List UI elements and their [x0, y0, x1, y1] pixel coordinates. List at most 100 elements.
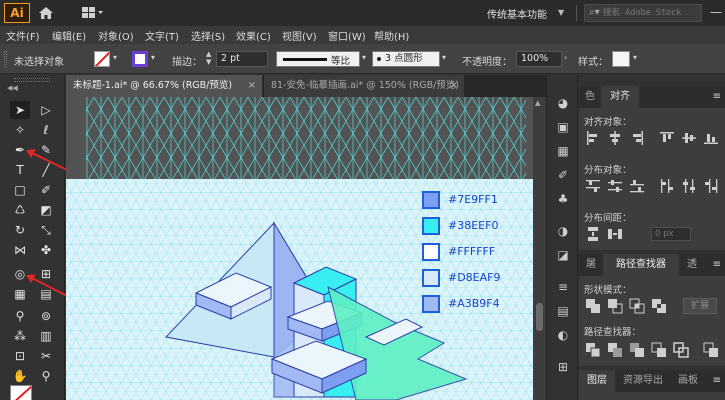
- menu-type[interactable]: 文字(T): [145, 28, 179, 43]
- type-tool-icon[interactable]: T: [10, 161, 30, 179]
- artboard-canvas[interactable]: #7E9FF1 #38EEF0 #FFFFFF #D8EAF9 #A3B9F4: [66, 97, 546, 400]
- close-icon[interactable]: ×: [248, 75, 256, 97]
- tab-attributes[interactable]: 屠: [579, 254, 603, 276]
- blend-tool-icon[interactable]: ⊚: [36, 307, 56, 325]
- chevron-down-icon[interactable]: ▾: [633, 53, 637, 62]
- arrange-documents-icon[interactable]: [82, 7, 104, 19]
- column-graph-tool-icon[interactable]: ▥: [36, 327, 56, 345]
- mesh-tool-icon[interactable]: ▦: [10, 285, 30, 303]
- stroke-panel-icon[interactable]: ≡: [555, 279, 571, 295]
- transform-icon[interactable]: ⊞: [555, 359, 571, 375]
- horizontal-distribute-space-icon[interactable]: [607, 226, 623, 242]
- vertical-scrollbar[interactable]: ▲: [533, 97, 546, 400]
- brush-select[interactable]: 3 点圆形: [372, 51, 440, 67]
- align-horizontal-center-icon[interactable]: [607, 130, 623, 146]
- scale-tool-icon[interactable]: ⤡: [36, 221, 56, 239]
- collapse-icon[interactable]: ◀◀: [7, 84, 18, 92]
- tab-asset-export[interactable]: 资源导出: [617, 370, 669, 392]
- tab-color[interactable]: 色: [579, 86, 601, 108]
- expand-button[interactable]: 扩展: [683, 298, 717, 314]
- chevron-right-icon[interactable]: ›: [564, 53, 567, 62]
- libraries-icon[interactable]: ▣: [555, 119, 571, 135]
- paintbrush-tool-icon[interactable]: ✐: [36, 181, 56, 199]
- chevron-down-icon[interactable]: ▾: [113, 53, 117, 62]
- menu-file[interactable]: 文件(F): [6, 28, 40, 43]
- outline-icon[interactable]: [673, 342, 689, 358]
- align-vertical-center-icon[interactable]: [681, 130, 697, 146]
- color-palette-icon[interactable]: ◕: [555, 95, 571, 111]
- merge-icon[interactable]: [629, 342, 645, 358]
- tab-pathfinder[interactable]: 路径查找器: [603, 254, 679, 276]
- slice-tool-icon[interactable]: ✂: [36, 347, 56, 365]
- stepper-icon[interactable]: ▲ ▼: [206, 50, 211, 66]
- minus-front-icon[interactable]: [607, 298, 623, 314]
- rotate-tool-icon[interactable]: ↻: [10, 221, 30, 239]
- opacity-field[interactable]: 100%: [516, 51, 562, 67]
- menu-object[interactable]: 对象(O): [98, 28, 134, 43]
- menu-help[interactable]: 帮助(H): [374, 28, 409, 43]
- divide-icon[interactable]: [585, 342, 601, 358]
- intersect-icon[interactable]: [629, 298, 645, 314]
- eyedropper-tool-icon[interactable]: ⚲: [10, 307, 30, 325]
- close-icon[interactable]: ×: [450, 75, 458, 97]
- stroke-profile-select[interactable]: 等比: [276, 51, 360, 67]
- tab-transparency[interactable]: 透: [681, 254, 703, 276]
- selection-tool-icon[interactable]: ➤: [10, 101, 30, 119]
- gradient-panel-icon[interactable]: ▤: [555, 303, 571, 319]
- distribute-vertical-center-icon[interactable]: [607, 178, 623, 194]
- tab-align[interactable]: 对齐: [601, 86, 639, 108]
- minus-back-icon[interactable]: [703, 342, 719, 358]
- swatches-icon[interactable]: ▦: [555, 143, 571, 159]
- brushes-icon[interactable]: ✐: [555, 167, 571, 183]
- fill-stroke-indicator[interactable]: [10, 385, 32, 400]
- zoom-tool-icon[interactable]: ⚲: [36, 367, 56, 385]
- stroke-weight-field[interactable]: 2 pt: [216, 51, 268, 67]
- menu-select[interactable]: 选择(S): [191, 28, 225, 43]
- exclude-icon[interactable]: [651, 298, 667, 314]
- symbols-icon[interactable]: ♣: [555, 191, 571, 207]
- grip-handle[interactable]: [14, 78, 50, 82]
- panel-menu-icon[interactable]: ≡: [713, 91, 721, 102]
- scroll-up-icon[interactable]: ▲: [535, 99, 540, 107]
- graphic-style-swatch[interactable]: [612, 51, 630, 67]
- grip-handle[interactable]: [4, 51, 7, 67]
- graphic-styles-icon[interactable]: ◪: [555, 247, 571, 263]
- workspace-switcher[interactable]: 传统基本功能: [487, 6, 547, 21]
- fill-swatch[interactable]: [94, 51, 110, 67]
- panel-menu-icon[interactable]: ≡: [713, 259, 721, 270]
- align-top-icon[interactable]: [659, 130, 675, 146]
- distribute-bottom-icon[interactable]: [629, 178, 645, 194]
- crop-icon[interactable]: [651, 342, 667, 358]
- chevron-down-icon[interactable]: ▾: [442, 53, 446, 62]
- minimize-icon[interactable]: —: [708, 4, 724, 20]
- scrollbar-thumb[interactable]: [536, 303, 543, 331]
- menu-effect[interactable]: 效果(C): [236, 28, 271, 43]
- direct-selection-tool-icon[interactable]: ▷: [36, 101, 56, 119]
- artboard-tool-icon[interactable]: ⊡: [10, 347, 30, 365]
- vertical-distribute-space-icon[interactable]: [585, 226, 601, 242]
- distribute-left-icon[interactable]: [659, 178, 675, 194]
- transparency-icon[interactable]: ◐: [555, 327, 571, 343]
- align-bottom-icon[interactable]: [703, 130, 719, 146]
- lasso-tool-icon[interactable]: ℓ: [36, 121, 56, 139]
- shaper-tool-icon[interactable]: ♺: [10, 201, 30, 219]
- spacing-input[interactable]: 0 px: [651, 227, 691, 241]
- chevron-down-icon[interactable]: ▾: [151, 53, 155, 62]
- menu-edit[interactable]: 编辑(E): [52, 28, 86, 43]
- chevron-down-icon[interactable]: ▾: [362, 53, 366, 62]
- appearance-icon[interactable]: ◑: [555, 223, 571, 239]
- width-tool-icon[interactable]: ⋈: [10, 241, 30, 259]
- stock-search[interactable]: ⌕▾: [584, 4, 702, 22]
- magic-wand-tool-icon[interactable]: ✧: [10, 121, 30, 139]
- stroke-swatch[interactable]: [132, 51, 148, 67]
- distribute-top-icon[interactable]: [585, 178, 601, 194]
- distribute-right-icon[interactable]: [703, 178, 719, 194]
- align-right-icon[interactable]: [629, 130, 645, 146]
- stock-search-input[interactable]: [603, 6, 699, 20]
- tab-81-illustration[interactable]: 81-安免-临摹插画.ai* @ 150% (RGB/预览) ×: [264, 75, 464, 97]
- distribute-horizontal-center-icon[interactable]: [681, 178, 697, 194]
- home-icon[interactable]: [38, 6, 54, 20]
- menu-window[interactable]: 窗口(W): [328, 28, 366, 43]
- puppet-warp-tool-icon[interactable]: ✤: [36, 241, 56, 259]
- tab-layers[interactable]: 图层: [579, 370, 615, 392]
